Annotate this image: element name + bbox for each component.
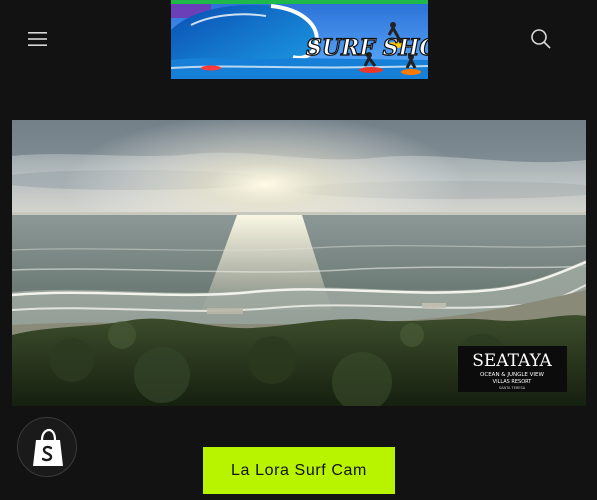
site-header: SURF SHOW !! bbox=[0, 0, 597, 80]
hamburger-menu-icon bbox=[28, 32, 47, 46]
seataya-title: SEATAYA bbox=[472, 351, 552, 371]
surf-show-logo-image: SURF SHOW !! bbox=[171, 0, 428, 79]
seataya-line3: VILLAS RESORT bbox=[493, 379, 533, 385]
hero-image: SEATAYA OCEAN & JUNGLE VIEW VILLAS RESOR… bbox=[12, 120, 586, 406]
seataya-subtitle: OCEAN & JUNGLE VIEW bbox=[480, 372, 544, 378]
logo-text: SURF SHOW !! bbox=[306, 35, 428, 61]
shop-badge-button[interactable] bbox=[17, 417, 77, 477]
search-button[interactable] bbox=[526, 24, 556, 54]
site-logo[interactable]: SURF SHOW !! bbox=[171, 0, 428, 79]
search-icon bbox=[531, 29, 551, 49]
shopify-bag-icon bbox=[33, 428, 63, 466]
la-lora-surf-cam-button[interactable]: La Lora Surf Cam bbox=[203, 447, 395, 494]
seataya-line4: SANTA TERESA bbox=[499, 386, 526, 390]
beach-aerial-photo: SEATAYA OCEAN & JUNGLE VIEW VILLAS RESOR… bbox=[12, 120, 586, 406]
menu-button[interactable] bbox=[22, 26, 52, 52]
seataya-overlay-logo: SEATAYA OCEAN & JUNGLE VIEW VILLAS RESOR… bbox=[458, 346, 567, 392]
